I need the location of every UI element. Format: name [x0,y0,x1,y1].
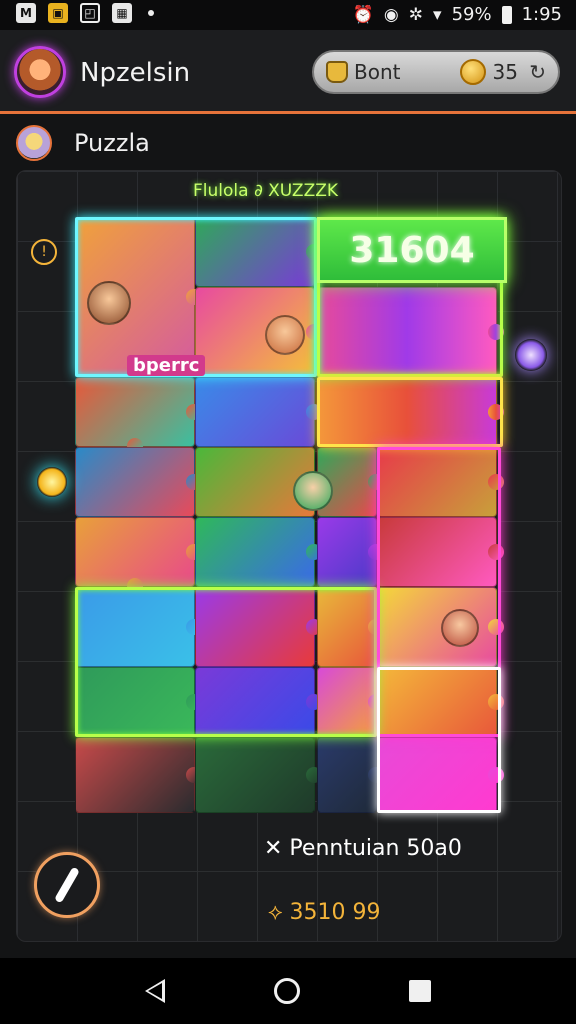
score-display: 31604 [317,217,507,283]
character-face [293,471,333,511]
wifi-icon: ▾ [433,4,442,25]
points-info: ⟡ 3510 99 [268,900,381,925]
avatar[interactable] [14,46,66,98]
app-header: Npzelsin Bont 35 ↻ [0,30,576,114]
wrench-icon [54,866,80,904]
power-orb-icon[interactable] [515,339,547,371]
puzzle-piece[interactable] [317,517,384,587]
trophy-icon [326,61,348,83]
timer-icon[interactable]: ! [31,239,57,265]
puzzle-piece[interactable] [195,667,322,737]
puzzle-piece[interactable] [195,217,322,287]
status-bar: M ▣ ◰ ▦ ⏰ ◉ ✲ ▾ 59% 1:95 [0,0,576,30]
puzzle-piece[interactable] [317,377,504,447]
battery-percent: 59% [451,4,492,25]
back-icon[interactable] [144,979,165,1003]
bonus-label: Bont [354,60,401,84]
app-title: Npzelsin [80,58,191,88]
character-face [441,609,479,647]
puzzle-piece[interactable] [75,377,202,454]
tool-button[interactable] [34,852,100,918]
board-heading: Flulola ∂ XUZZZK [193,181,339,201]
status-left-icons: M ▣ ◰ ▦ [16,3,154,23]
puzzle-piece[interactable] [75,587,202,667]
system-nav-bar [0,958,576,1024]
section-title: Puzzla [74,129,150,157]
puzzle-piece[interactable] [195,377,322,447]
image-icon: ▦ [112,3,132,23]
puzzle-piece[interactable] [317,737,384,813]
puzzle-piece[interactable] [75,447,202,517]
refresh-icon[interactable]: ↻ [529,60,546,84]
clipboard-icon: ◰ [80,3,100,23]
puzzle-piece[interactable] [317,667,384,737]
puzzle-piece[interactable] [377,667,504,737]
character-face [265,315,305,355]
clock: 1:95 [521,4,562,25]
notification-icon: M [16,3,36,23]
vibrate-icon: ✲ [408,4,424,25]
coin-count: 35 [492,60,518,84]
puzzle-piece[interactable] [75,667,202,737]
puzzle-piece[interactable] [317,587,384,667]
subheader: Puzzla [0,117,576,169]
character-face [87,281,131,325]
puzzle-piece[interactable] [195,587,322,667]
puzzle-piece[interactable] [377,447,504,517]
puzzle-board[interactable]: Flulola ∂ XUZZZK 31604 ! bperrc [16,170,562,942]
coin-icon [460,59,487,85]
hint-orb-icon[interactable] [37,467,67,497]
recents-icon[interactable] [409,980,432,1002]
puzzle-piece[interactable] [377,517,504,587]
puzzle-piece[interactable] [195,737,322,813]
focus-icon: ◉ [383,4,399,25]
puzzle-piece[interactable] [195,517,322,587]
piece-label: bperrc [127,355,206,376]
penalty-info: ✕ Penntuian 50a0 [264,836,462,861]
status-right: ⏰ ◉ ✲ ▾ 59% 1:95 [353,4,562,25]
gallery-icon: ▣ [48,3,68,23]
battery-icon [501,5,512,24]
puzzle-piece[interactable] [377,737,504,813]
currency-pill[interactable]: Bont 35 ↻ [312,50,560,94]
home-icon[interactable] [273,978,300,1004]
puzzle-piece[interactable] [75,517,202,594]
puzzle-piece[interactable] [317,287,504,377]
puzzle-badge-icon [16,125,52,161]
dot-icon [148,10,154,16]
puzzle-piece[interactable] [377,587,504,667]
alarm-icon: ⏰ [352,4,374,25]
puzzle-piece[interactable] [75,737,202,813]
